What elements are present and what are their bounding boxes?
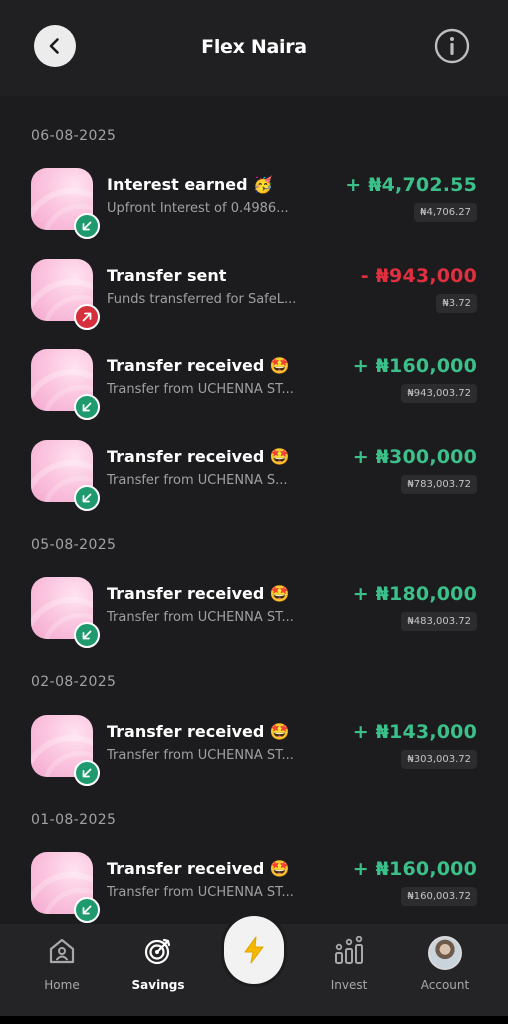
date-header: 05-08-2025: [31, 537, 117, 553]
transaction-amount: + ₦143,000: [352, 721, 477, 743]
avatar: [428, 936, 462, 970]
info-button[interactable]: [434, 28, 470, 64]
transaction-description: Transfer from UCHENNA ST...: [107, 382, 294, 397]
transaction-row[interactable]: Transfer received 🤩 Transfer from UCHENN…: [0, 349, 508, 421]
transaction-title: Transfer received 🤩: [107, 584, 290, 603]
nav-savings-label: Savings: [131, 978, 185, 992]
nav-account-label: Account: [420, 978, 470, 992]
nav-invest[interactable]: Invest: [304, 936, 394, 1006]
nav-invest-label: Invest: [330, 978, 368, 992]
transaction-row[interactable]: Transfer received 🤩 Transfer from UCHENN…: [0, 440, 508, 512]
lightning-icon: [244, 936, 264, 964]
transaction-row[interactable]: Transfer received 🤩 Transfer from UCHENN…: [0, 715, 508, 787]
transaction-amount: + ₦300,000: [352, 446, 477, 468]
transaction-description: Transfer from UCHENNA S...: [107, 473, 288, 488]
transaction-amount: + ₦160,000: [352, 355, 477, 377]
home-icon: [49, 938, 75, 964]
transaction-description: Upfront Interest of 0.4986...: [107, 201, 289, 216]
nav-savings[interactable]: Savings: [113, 936, 203, 1006]
transaction-list[interactable]: 06-08-2025 Interest earned 🥳 Upfront Int…: [0, 96, 508, 924]
transaction-amount: + ₦160,000: [352, 858, 477, 880]
target-icon: [144, 938, 171, 965]
invest-chart-icon: [335, 936, 363, 964]
transaction-amount: + ₦4,702.55: [345, 174, 477, 196]
date-header: 06-08-2025: [31, 128, 117, 144]
outgoing-arrow-icon: [74, 304, 100, 330]
date-header: 02-08-2025: [31, 674, 117, 690]
balance-after: ₦483,003.72: [401, 612, 477, 631]
nav-account[interactable]: Account: [400, 936, 490, 1006]
transaction-title: Transfer received 🤩: [107, 447, 290, 466]
date-header: 01-08-2025: [31, 812, 117, 828]
balance-after: ₦303,003.72: [401, 750, 477, 769]
incoming-arrow-icon: [74, 485, 100, 511]
system-gesture-bar: [0, 1016, 508, 1024]
transaction-amount: - ₦943,000: [360, 265, 477, 287]
incoming-arrow-icon: [74, 213, 100, 239]
transaction-description: Funds transferred for SafeL...: [107, 292, 297, 307]
incoming-arrow-icon: [74, 622, 100, 648]
balance-after: ₦943,003.72: [401, 384, 477, 403]
transaction-description: Transfer from UCHENNA ST...: [107, 748, 294, 763]
balance-after: ₦3.72: [436, 294, 477, 313]
balance-after: ₦783,003.72: [401, 475, 477, 494]
transaction-title: Transfer sent: [107, 266, 227, 285]
transaction-row[interactable]: Transfer received 🤩 Transfer from UCHENN…: [0, 852, 508, 924]
balance-after: ₦160,003.72: [401, 887, 477, 906]
transaction-amount: + ₦180,000: [352, 583, 477, 605]
info-circle-icon: [434, 28, 470, 64]
transaction-title: Transfer received 🤩: [107, 356, 290, 375]
transaction-description: Transfer from UCHENNA ST...: [107, 610, 294, 625]
nav-home[interactable]: Home: [17, 936, 107, 1006]
quick-action-button[interactable]: [224, 916, 284, 984]
top-app-bar: Flex Naira: [0, 0, 508, 96]
transaction-title: Interest earned 🥳: [107, 175, 274, 194]
incoming-arrow-icon: [74, 897, 100, 923]
incoming-arrow-icon: [74, 394, 100, 420]
transaction-title: Transfer received 🤩: [107, 722, 290, 741]
incoming-arrow-icon: [74, 760, 100, 786]
transaction-row[interactable]: Transfer received 🤩 Transfer from UCHENN…: [0, 577, 508, 649]
transaction-description: Transfer from UCHENNA ST...: [107, 885, 294, 900]
balance-after: ₦4,706.27: [414, 203, 477, 222]
nav-home-label: Home: [44, 978, 80, 992]
page-title: Flex Naira: [201, 36, 307, 58]
transaction-row[interactable]: Transfer sent Funds transferred for Safe…: [0, 259, 508, 331]
transaction-title: Transfer received 🤩: [107, 859, 290, 878]
transaction-row[interactable]: Interest earned 🥳 Upfront Interest of 0.…: [0, 168, 508, 240]
